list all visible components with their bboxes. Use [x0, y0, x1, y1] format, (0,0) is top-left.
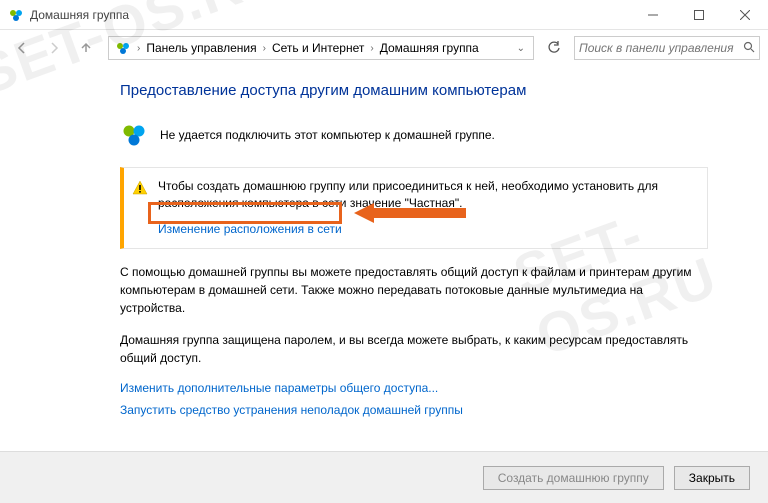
breadcrumb-item[interactable]: Сеть и Интернет — [268, 41, 368, 55]
homegroup-icon — [115, 40, 131, 56]
status-text: Не удается подключить этот компьютер к д… — [160, 128, 495, 142]
chevron-right-icon[interactable]: › — [135, 43, 142, 54]
change-network-location-link[interactable]: Изменение расположения в сети — [158, 221, 342, 238]
minimize-button[interactable] — [630, 0, 676, 30]
search-box[interactable] — [574, 36, 760, 60]
refresh-button[interactable] — [542, 36, 566, 60]
homegroup-icon — [120, 121, 148, 149]
homegroup-icon — [8, 7, 24, 23]
description-paragraph: Домашняя группа защищена паролем, и вы в… — [120, 331, 708, 367]
chevron-right-icon[interactable]: › — [261, 43, 268, 54]
maximize-button[interactable] — [676, 0, 722, 30]
advanced-sharing-link[interactable]: Изменить дополнительные параметры общего… — [120, 381, 708, 395]
up-button[interactable] — [72, 34, 100, 62]
page-heading: Предоставление доступа другим домашним к… — [120, 82, 708, 99]
breadcrumb-label: Домашняя группа — [380, 41, 479, 55]
breadcrumb-label: Сеть и Интернет — [272, 41, 364, 55]
search-icon[interactable] — [743, 41, 755, 56]
chevron-right-icon[interactable]: › — [368, 43, 375, 54]
description-paragraph: С помощью домашней группы вы можете пред… — [120, 263, 708, 317]
alert-text: Чтобы создать домашнюю группу или присое… — [158, 178, 695, 213]
status-row: Не удается подключить этот компьютер к д… — [120, 121, 708, 149]
footer: Создать домашнюю группу Закрыть — [0, 451, 768, 503]
titlebar: Домашняя группа — [0, 0, 768, 30]
forward-button[interactable] — [40, 34, 68, 62]
close-dialog-button[interactable]: Закрыть — [674, 466, 750, 490]
content-area: Предоставление доступа другим домашним к… — [0, 66, 768, 417]
troubleshooter-link[interactable]: Запустить средство устранения неполадок … — [120, 403, 708, 417]
alert-box: Чтобы создать домашнюю группу или присое… — [120, 167, 708, 249]
breadcrumb[interactable]: › Панель управления › Сеть и Интернет › … — [108, 36, 534, 60]
alert-body: Чтобы создать домашнюю группу или присое… — [158, 178, 695, 238]
create-homegroup-button[interactable]: Создать домашнюю группу — [483, 466, 664, 490]
chevron-down-icon[interactable]: ⌄ — [511, 43, 531, 54]
navbar: › Панель управления › Сеть и Интернет › … — [0, 30, 768, 66]
back-button[interactable] — [8, 34, 36, 62]
breadcrumb-item[interactable]: Панель управления — [142, 41, 260, 55]
search-input[interactable] — [579, 41, 743, 55]
close-button[interactable] — [722, 0, 768, 30]
breadcrumb-item[interactable]: Домашняя группа — [376, 41, 483, 55]
warning-icon — [132, 180, 148, 196]
breadcrumb-label: Панель управления — [146, 41, 256, 55]
window-title: Домашняя группа — [30, 8, 129, 22]
